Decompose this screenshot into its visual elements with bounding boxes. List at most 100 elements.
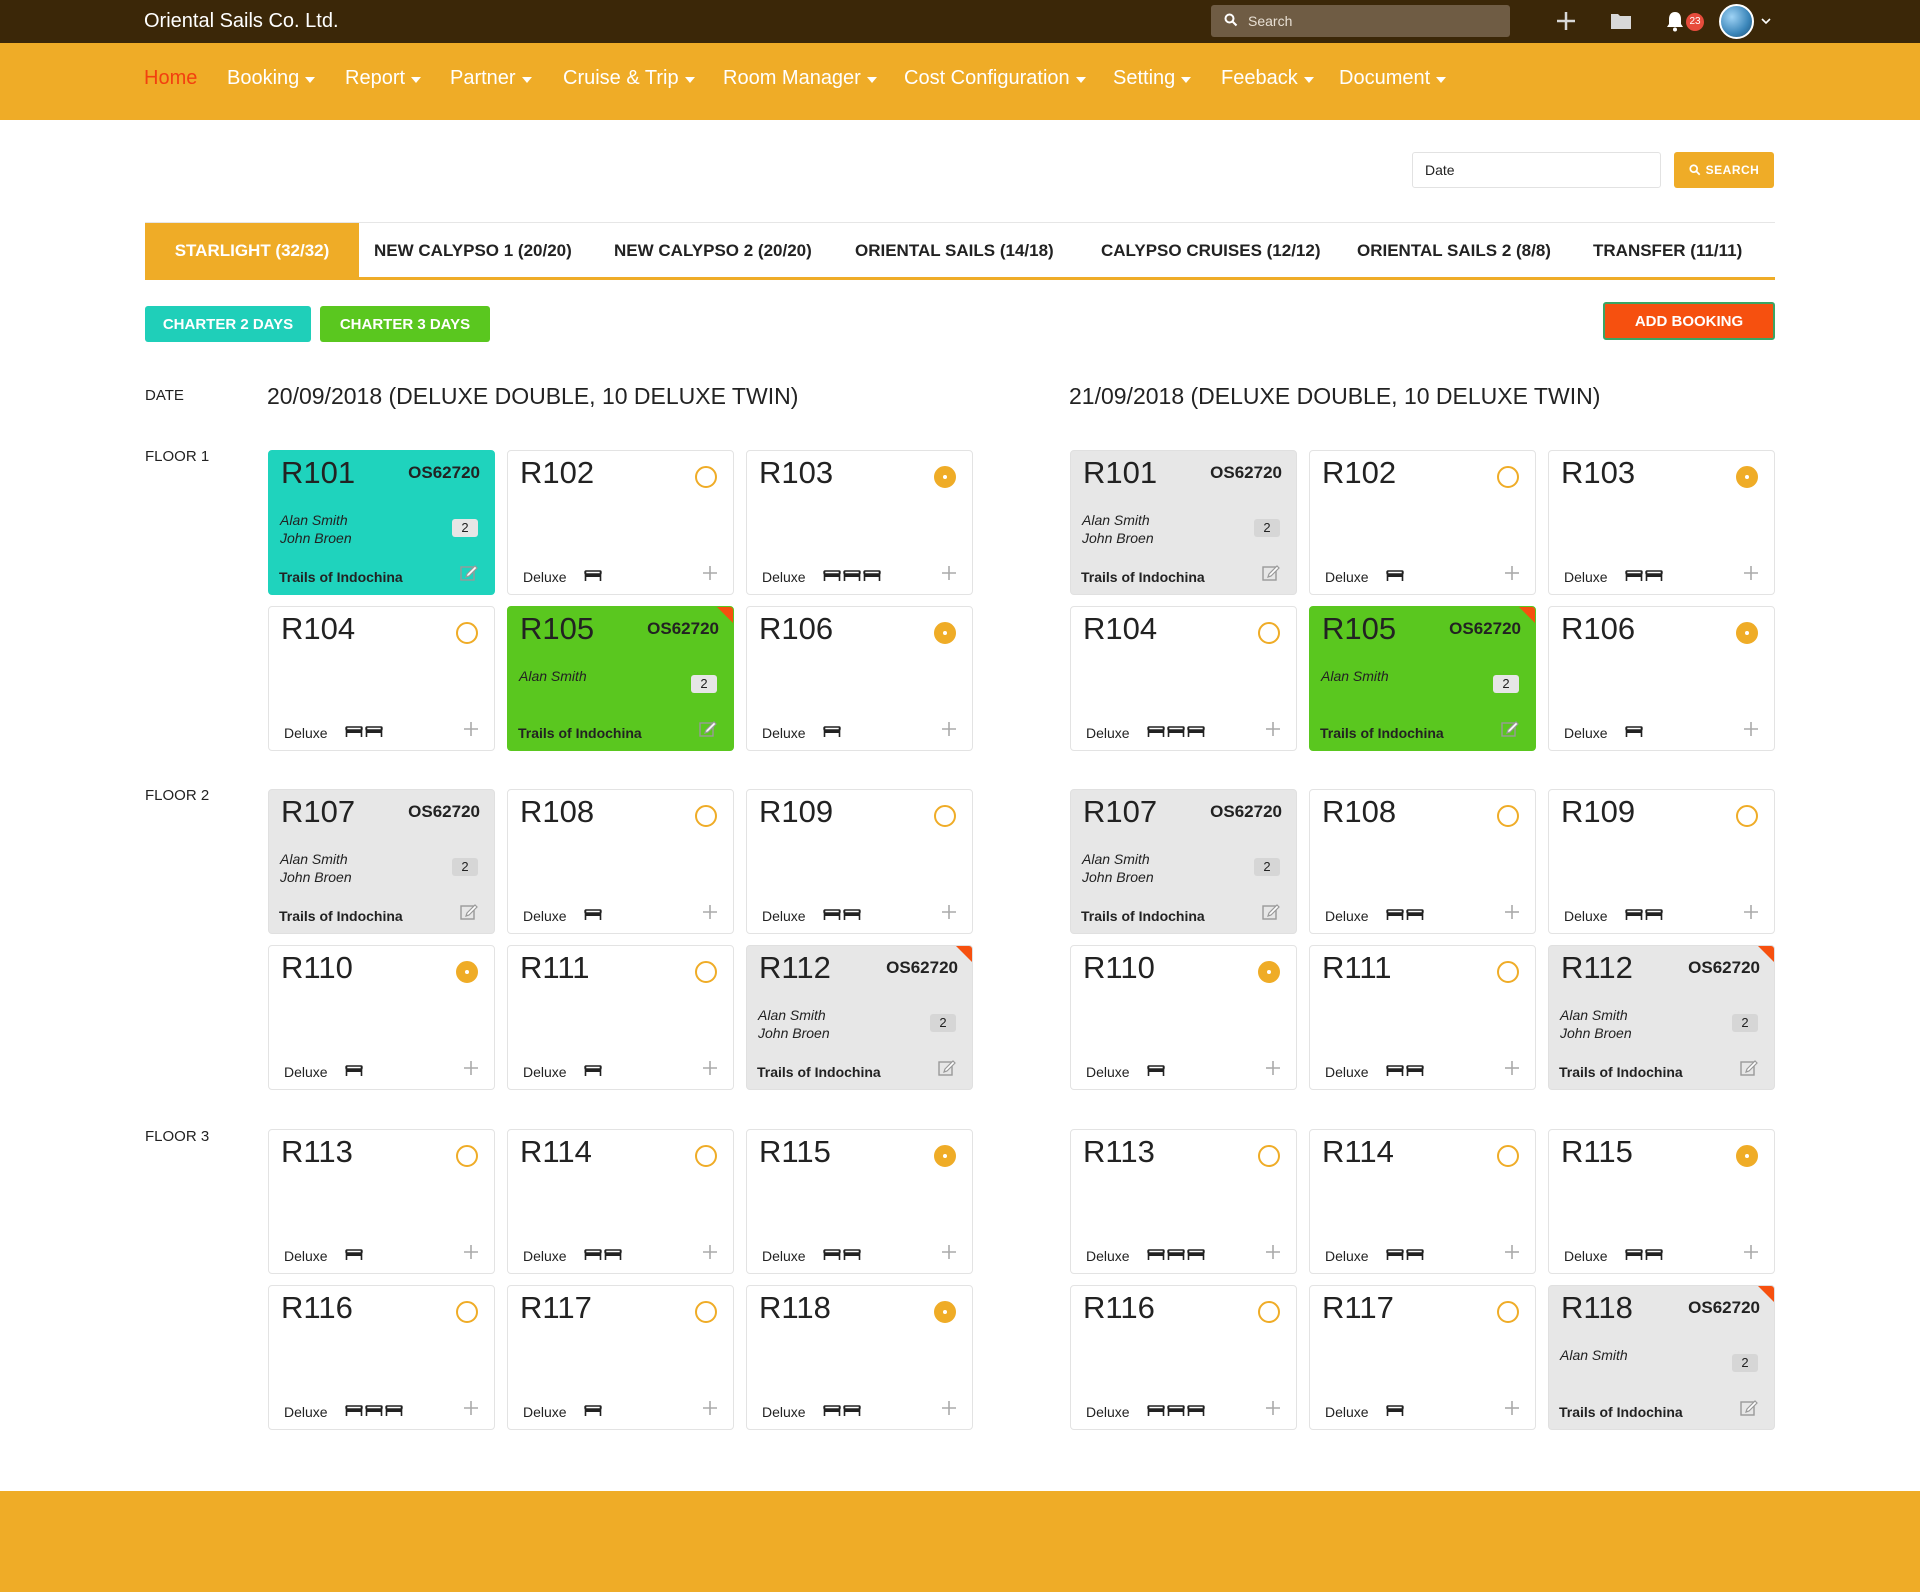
room-card[interactable]: R118 Deluxe xyxy=(746,1285,973,1430)
room-card[interactable]: R110 Deluxe xyxy=(268,945,495,1090)
room-select-radio[interactable] xyxy=(695,1301,717,1323)
edit-icon[interactable] xyxy=(459,563,478,582)
room-card[interactable]: R114 Deluxe xyxy=(1309,1129,1536,1274)
nav-cruise-trip[interactable]: Cruise & Trip xyxy=(563,67,695,90)
tab-calypso-cruises[interactable]: CALYPSO CRUISES (12/12) xyxy=(1101,223,1321,278)
tab-oriental-sails[interactable]: ORIENTAL SAILS (14/18) xyxy=(855,223,1054,278)
add-icon[interactable] xyxy=(940,720,958,738)
edit-icon[interactable] xyxy=(1739,1398,1758,1417)
room-card[interactable]: R101 OS62720 Alan Smith John Broen 2 Trails o… xyxy=(1070,450,1297,595)
avatar[interactable] xyxy=(1719,4,1754,39)
edit-icon[interactable] xyxy=(1500,719,1519,738)
charter-2-days-button[interactable]: CHARTER 2 DAYS xyxy=(145,306,311,342)
booking-code[interactable]: OS62720 xyxy=(408,463,480,483)
booking-code[interactable]: OS62720 xyxy=(1688,1298,1760,1318)
room-card[interactable]: R116 Deluxe xyxy=(1070,1285,1297,1430)
room-card[interactable]: R104 Deluxe xyxy=(268,606,495,751)
add-icon[interactable] xyxy=(940,1399,958,1417)
add-icon[interactable] xyxy=(1742,720,1760,738)
room-card[interactable]: R110 Deluxe xyxy=(1070,945,1297,1090)
search-button[interactable]: SEARCH xyxy=(1674,152,1774,188)
nav-partner[interactable]: Partner xyxy=(450,67,532,90)
add-icon[interactable] xyxy=(1264,1059,1282,1077)
add-icon[interactable] xyxy=(462,1059,480,1077)
add-icon[interactable] xyxy=(462,1399,480,1417)
room-select-radio[interactable] xyxy=(1258,622,1280,644)
room-card[interactable]: R107 OS62720 Alan Smith John Broen 2 Trails o… xyxy=(1070,789,1297,934)
nav-booking[interactable]: Booking xyxy=(227,67,316,90)
search-input[interactable]: Search xyxy=(1248,13,1292,29)
add-icon[interactable] xyxy=(1264,720,1282,738)
room-card[interactable]: R112 OS62720 Alan Smith John Broen 2 Trails o… xyxy=(746,945,973,1090)
room-select-radio[interactable] xyxy=(1736,622,1758,644)
tab-starlight[interactable]: STARLIGHT (32/32) xyxy=(145,223,359,278)
room-card[interactable]: R109 Deluxe xyxy=(1548,789,1775,934)
date-input[interactable] xyxy=(1412,152,1661,188)
room-select-radio[interactable] xyxy=(934,466,956,488)
add-icon[interactable] xyxy=(940,564,958,582)
room-select-radio[interactable] xyxy=(1258,1145,1280,1167)
edit-icon[interactable] xyxy=(698,719,717,738)
room-card[interactable]: R109 Deluxe xyxy=(746,789,973,934)
room-select-radio[interactable] xyxy=(1258,961,1280,983)
room-select-radio[interactable] xyxy=(1736,1145,1758,1167)
room-select-radio[interactable] xyxy=(1497,961,1519,983)
room-select-radio[interactable] xyxy=(456,622,478,644)
edit-icon[interactable] xyxy=(1261,902,1280,921)
room-card[interactable]: R118 OS62720 Alan Smith 2 Trails of Indochin… xyxy=(1548,1285,1775,1430)
room-select-radio[interactable] xyxy=(695,961,717,983)
add-icon[interactable] xyxy=(701,1399,719,1417)
global-search[interactable]: Search xyxy=(1211,5,1510,37)
bell-icon[interactable] xyxy=(1662,8,1688,34)
room-card[interactable]: R101 OS62720 Alan Smith John Broen 2 Trails o… xyxy=(268,450,495,595)
booking-code[interactable]: OS62720 xyxy=(408,802,480,822)
room-select-radio[interactable] xyxy=(934,805,956,827)
add-icon[interactable] xyxy=(462,1243,480,1261)
room-select-radio[interactable] xyxy=(1497,805,1519,827)
add-icon[interactable] xyxy=(1742,1243,1760,1261)
add-icon[interactable] xyxy=(1503,1399,1521,1417)
edit-icon[interactable] xyxy=(937,1058,956,1077)
charter-3-days-button[interactable]: CHARTER 3 DAYS xyxy=(320,306,490,342)
edit-icon[interactable] xyxy=(1261,563,1280,582)
add-icon[interactable] xyxy=(701,903,719,921)
folder-icon[interactable] xyxy=(1608,8,1634,34)
nav-home[interactable]: Home xyxy=(144,67,197,90)
room-card[interactable]: R113 Deluxe xyxy=(268,1129,495,1274)
booking-code[interactable]: OS62720 xyxy=(1688,958,1760,978)
room-select-radio[interactable] xyxy=(934,1301,956,1323)
room-select-radio[interactable] xyxy=(934,1145,956,1167)
room-select-radio[interactable] xyxy=(1736,805,1758,827)
room-card[interactable]: R115 Deluxe xyxy=(1548,1129,1775,1274)
nav-document[interactable]: Document xyxy=(1339,67,1447,90)
room-card[interactable]: R111 Deluxe xyxy=(507,945,734,1090)
add-icon[interactable] xyxy=(462,720,480,738)
add-icon[interactable] xyxy=(1742,564,1760,582)
room-select-radio[interactable] xyxy=(695,466,717,488)
room-card[interactable]: R114 Deluxe xyxy=(507,1129,734,1274)
booking-code[interactable]: OS62720 xyxy=(1210,463,1282,483)
room-card[interactable]: R102 Deluxe xyxy=(507,450,734,595)
nav-cost-configuration[interactable]: Cost Configuration xyxy=(904,67,1086,90)
room-select-radio[interactable] xyxy=(1258,1301,1280,1323)
add-icon[interactable] xyxy=(940,903,958,921)
edit-icon[interactable] xyxy=(1739,1058,1758,1077)
chevron-down-icon[interactable] xyxy=(1761,16,1771,26)
booking-code[interactable]: OS62720 xyxy=(647,619,719,639)
add-icon[interactable] xyxy=(1264,1243,1282,1261)
room-card[interactable]: R103 Deluxe xyxy=(746,450,973,595)
room-card[interactable]: R105 OS62720 Alan Smith 2 Trails of Indochin… xyxy=(1309,606,1536,751)
room-card[interactable]: R104 Deluxe xyxy=(1070,606,1297,751)
nav-feedback[interactable]: Feeback xyxy=(1221,67,1314,90)
room-card[interactable]: R111 Deluxe xyxy=(1309,945,1536,1090)
edit-icon[interactable] xyxy=(459,902,478,921)
tab-oriental-sails-2[interactable]: ORIENTAL SAILS 2 (8/8) xyxy=(1357,223,1551,278)
room-select-radio[interactable] xyxy=(1736,466,1758,488)
room-select-radio[interactable] xyxy=(695,1145,717,1167)
add-icon[interactable] xyxy=(1503,903,1521,921)
add-icon[interactable] xyxy=(1264,1399,1282,1417)
room-card[interactable]: R103 Deluxe xyxy=(1548,450,1775,595)
add-icon[interactable] xyxy=(701,1059,719,1077)
plus-icon[interactable] xyxy=(1553,8,1579,34)
room-card[interactable]: R117 Deluxe xyxy=(1309,1285,1536,1430)
